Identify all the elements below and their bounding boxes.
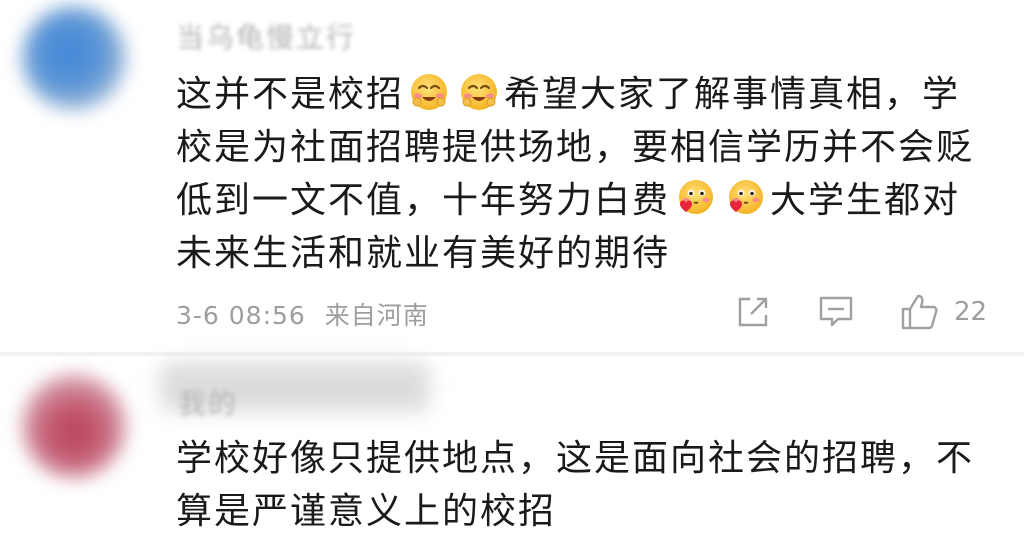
smile-blush-emoji-icon: [409, 72, 449, 112]
comment-line: 学校好像只提供地点，这是面向社会的招聘，不: [176, 432, 976, 485]
comment-text: 未来生活和就业有美好的期待: [176, 233, 671, 274]
comment-text: 大学生都对: [770, 180, 961, 221]
comment-item: 我的 学校好像只提供地点，这是面向社会的招聘，不 算是严谨意义上的校招: [0, 356, 1024, 549]
comment-line: 算是严谨意义上的校招: [176, 485, 976, 538]
share-icon: [738, 297, 768, 327]
comment-line: 低到一文不值，十年努力白费 大学生都对: [176, 174, 976, 227]
comment-text: 算是严谨意义上的校招: [176, 491, 557, 532]
avatar[interactable]: [22, 6, 126, 110]
comment-line: 这并不是校招 希望大家了解事情真相，学: [176, 68, 976, 121]
comment-body: 这并不是校招 希望大家了解事情真相，学 校是为社面招聘提供场地，要相信学历并不会…: [176, 68, 976, 280]
comment-text: 学校好像只提供地点，这是面向社会的招聘，不: [176, 438, 975, 479]
comment-text: 低到一文不值，十年努力白费: [176, 180, 671, 221]
comment-meta: 3-6 08:56 来自河南: [176, 296, 439, 332]
comment-text: 这并不是校招: [176, 74, 405, 115]
comment-text: 希望大家了解事情真相，学: [504, 74, 961, 115]
share-button[interactable]: [736, 292, 770, 332]
like-icon: [901, 294, 938, 330]
comment-line: 未来生活和就业有美好的期待: [176, 227, 976, 280]
heart-kiss-emoji-icon: [675, 178, 715, 218]
reply-icon: [819, 296, 853, 327]
reply-button[interactable]: [818, 292, 854, 332]
username[interactable]: 当乌龟慢立行: [176, 16, 356, 56]
like-count: 22: [954, 297, 988, 327]
heart-kiss-emoji-icon: [725, 178, 765, 218]
comment-item: 当乌龟慢立行 这并不是校招 希望大家了解事情真相，学 校是为社面招聘提供场地，要…: [0, 0, 1024, 352]
like-button[interactable]: 22: [900, 292, 987, 332]
comment-body: 学校好像只提供地点，这是面向社会的招聘，不 算是严谨意义上的校招: [176, 432, 976, 538]
comment-location: 来自河南: [324, 301, 429, 330]
comment-date: 3-6 08:56: [176, 301, 306, 330]
comment-line: 校是为社面招聘提供场地，要相信学历并不会贬: [176, 121, 976, 174]
comment-list: 当乌龟慢立行 这并不是校招 希望大家了解事情真相，学 校是为社面招聘提供场地，要…: [0, 0, 1024, 549]
comment-text: 校是为社面招聘提供场地，要相信学历并不会贬: [176, 127, 975, 168]
username[interactable]: 我的: [178, 382, 238, 422]
avatar[interactable]: [22, 374, 126, 478]
smile-blush-emoji-icon: [459, 72, 499, 112]
